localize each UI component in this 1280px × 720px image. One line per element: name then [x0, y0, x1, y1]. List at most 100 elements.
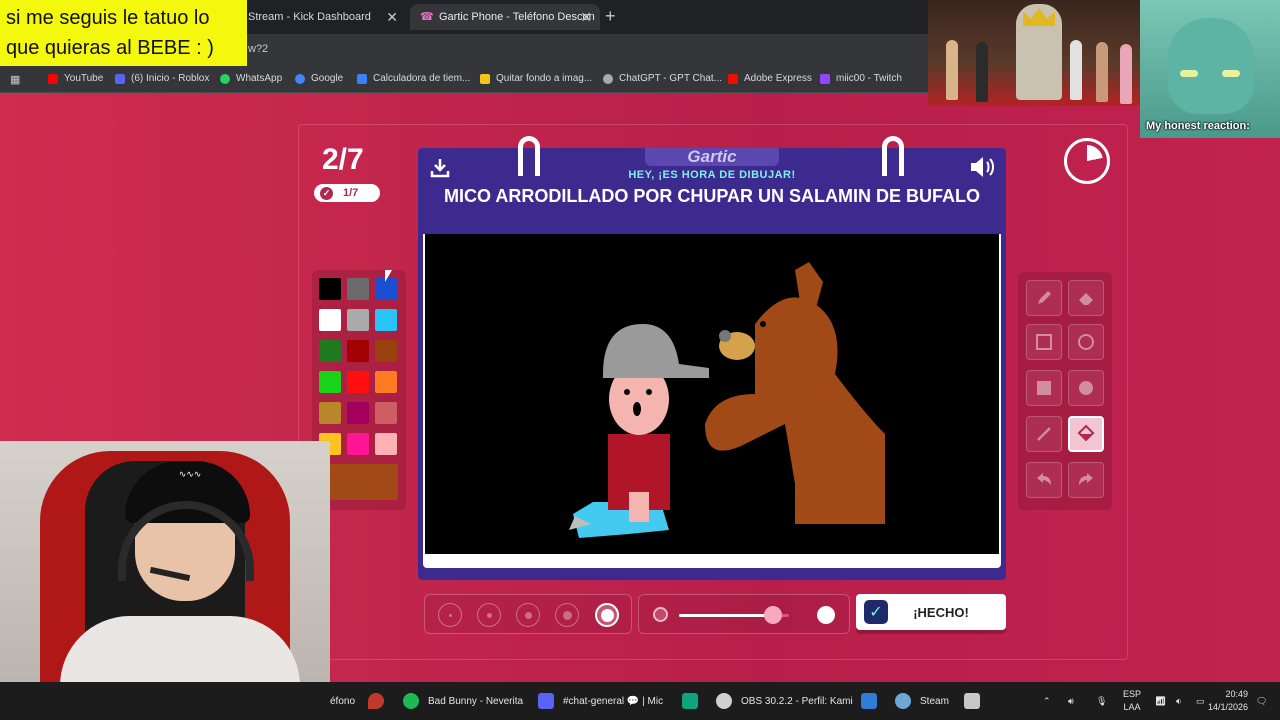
tab-kick-dashboard[interactable]: Stream - Kick Dashboard ✕ [238, 4, 406, 30]
taskbar-item-app[interactable] [368, 682, 393, 720]
notification-icon[interactable]: 🗨︎ [1256, 682, 1267, 720]
bookmark-calculadora[interactable]: Calculadora de tiem... [357, 73, 470, 84]
boy-mouth [633, 402, 641, 416]
check-icon: ✓ [864, 600, 888, 624]
bookmark-whatsapp[interactable]: WhatsApp [220, 73, 282, 84]
done-button[interactable]: ✓ ¡HECHO! [856, 594, 1006, 630]
color-swatch[interactable] [375, 433, 397, 455]
color-swatch[interactable] [319, 340, 341, 362]
brush-dot-icon [562, 610, 572, 620]
canvas-bottom-edge [423, 556, 1001, 568]
eraser-icon [1079, 293, 1093, 305]
pencil-icon [1038, 291, 1051, 304]
language-indicator[interactable]: ESP LAA [1123, 688, 1141, 714]
eraser-tool[interactable] [1068, 280, 1104, 316]
taskbar-item-copilot[interactable] [861, 682, 886, 720]
taskbar-item-phone[interactable]: éfono [330, 682, 355, 720]
brush-size-2[interactable] [477, 603, 501, 627]
brush-size-3[interactable] [516, 603, 540, 627]
brush-size-4[interactable] [555, 603, 579, 627]
color-swatch[interactable] [347, 433, 369, 455]
bookmark-google[interactable]: Google [295, 73, 343, 84]
bookmark-twitch[interactable]: miic00 - Twitch [820, 73, 902, 84]
taskbar-item-spotify[interactable]: Bad Bunny - Neverita [403, 682, 523, 720]
bucket-fill-tool[interactable] [1068, 416, 1104, 452]
bookmark-chatgpt[interactable]: ChatGPT - GPT Chat... [603, 73, 722, 84]
redo-tool[interactable] [1068, 462, 1104, 498]
drawing-artwork [569, 262, 885, 538]
drawing-prompt: MICO ARRODILLADO POR CHUPAR UN SALAMIN D… [444, 186, 980, 206]
bookmark-quitar-fondo[interactable]: Quitar fondo a imag... [480, 73, 592, 84]
color-swatch[interactable] [347, 371, 369, 393]
bookmark-youtube[interactable]: YouTube [48, 73, 103, 84]
color-swatch[interactable] [375, 309, 397, 331]
prompt-header: Gartic HEY, ¡ES HORA DE DIBUJAR! MICO AR… [418, 136, 1006, 234]
tab-gartic-phone[interactable]: ☎ Gartic Phone - Teléfono Descon ✕ [410, 4, 600, 30]
bookmark-label: Adobe Express [744, 73, 812, 84]
close-tab-icon[interactable]: ✕ [580, 9, 592, 26]
bookmark-roblox[interactable]: (6) Inicio - Roblox [115, 73, 209, 84]
taskbar-item-obs[interactable]: OBS 30.2.2 - Perfil: Kami [716, 682, 853, 720]
timer-icon [1064, 138, 1110, 184]
system-clock[interactable]: 20:49 14/1/2026 [1208, 688, 1248, 714]
youtube-icon [48, 73, 58, 84]
taskbar-item-capcut[interactable] [964, 682, 989, 720]
color-swatch[interactable] [319, 371, 341, 393]
ellipse-outline-tool[interactable] [1068, 324, 1104, 360]
rectangle-filled-tool[interactable] [1026, 370, 1062, 406]
taskbar-item-steam[interactable]: Steam [895, 682, 949, 720]
rectangle-outline-tool[interactable] [1026, 324, 1062, 360]
taskbar-label: OBS 30.2.2 - Perfil: Kami [741, 695, 853, 707]
taskbar-item-chatgpt[interactable] [682, 682, 707, 720]
opacity-slider-knob[interactable] [763, 606, 782, 624]
drawing-canvas[interactable] [423, 234, 1001, 556]
color-swatch[interactable] [375, 402, 397, 424]
monster-face [1168, 18, 1254, 114]
eye [1180, 70, 1198, 77]
roblox-icon [115, 73, 125, 84]
color-swatch[interactable] [375, 340, 397, 362]
ellipse-filled-tool[interactable] [1068, 370, 1104, 406]
undo-tool[interactable] [1026, 462, 1062, 498]
speaker-tray-icon[interactable]: 🔊︎ [1068, 682, 1074, 720]
tray-chevron-icon[interactable]: ⌃ [1043, 682, 1051, 720]
color-swatch[interactable] [347, 340, 369, 362]
color-swatch[interactable] [347, 309, 369, 331]
brush-size-5[interactable] [595, 603, 619, 627]
mic-tray-icon[interactable]: 🎙︎ [1096, 682, 1107, 720]
taskbar-label: Bad Bunny - Neverita [428, 695, 524, 707]
capcut-icon [964, 693, 980, 709]
new-tab-icon[interactable]: + [605, 6, 616, 27]
color-swatch[interactable] [375, 371, 397, 393]
drop-icon [368, 693, 384, 709]
battery-icon[interactable]: ▭ [1196, 682, 1205, 720]
apps-grid-icon[interactable]: ▦ [10, 73, 22, 86]
chatgpt-icon [603, 73, 613, 84]
volume-tray-icon[interactable]: 🔉︎ [1176, 682, 1182, 720]
line-tool[interactable] [1026, 416, 1062, 452]
dancer-figure [1120, 44, 1132, 104]
canvas-container [418, 234, 1006, 580]
color-swatch[interactable] [319, 309, 341, 331]
color-swatch[interactable] [347, 402, 369, 424]
calculator-icon [357, 73, 367, 84]
dancer-figure [1070, 40, 1082, 100]
copilot-icon [861, 693, 877, 709]
wifi-icon[interactable]: 📶︎ [1155, 682, 1166, 720]
line-icon [1037, 427, 1051, 441]
bookmark-adobe-express[interactable]: Adobe Express [728, 73, 812, 84]
twitch-icon [820, 73, 830, 84]
close-tab-icon[interactable]: ✕ [386, 9, 398, 26]
brush-size-1[interactable] [438, 603, 462, 627]
reaction-caption: My honest reaction: [1146, 120, 1250, 132]
url-text[interactable]: w?2 [248, 43, 268, 55]
color-swatch[interactable] [319, 278, 341, 300]
opacity-min-icon [653, 607, 668, 622]
color-swatch[interactable] [347, 278, 369, 300]
color-swatch[interactable] [319, 402, 341, 424]
taskbar-item-discord[interactable]: #chat-general 💬 | Mic [538, 682, 663, 720]
pencil-tool[interactable] [1026, 280, 1062, 316]
bookmark-label: Google [311, 73, 344, 84]
streamer-webcam: ∿∿∿ [0, 441, 330, 720]
redo-icon [1079, 473, 1093, 485]
